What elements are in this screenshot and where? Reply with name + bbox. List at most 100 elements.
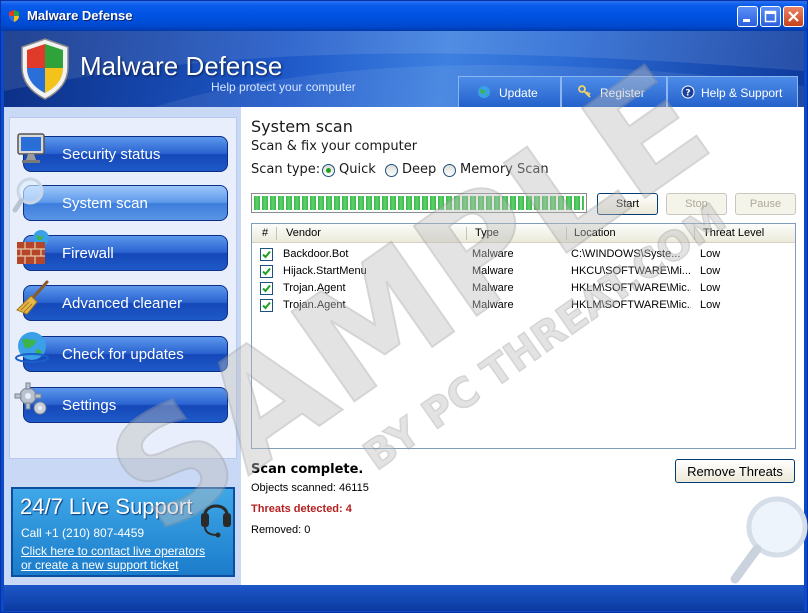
scan-type-group: Scan type: Quick Deep Memory Scan xyxy=(251,162,651,180)
cell-location: HKCU\SOFTWARE\Mi... xyxy=(571,265,691,277)
cell-vendor: Trojan.Agent xyxy=(283,282,346,294)
start-button[interactable]: Start xyxy=(597,193,658,215)
column-divider xyxy=(694,227,695,240)
app-shield-icon xyxy=(9,10,19,22)
column-divider xyxy=(566,227,567,240)
scan-progress-bar xyxy=(251,193,587,213)
globe-icon xyxy=(478,86,490,98)
sidebar-item-label: System scan xyxy=(62,195,148,212)
column-header-vendor[interactable]: Vendor xyxy=(286,227,321,239)
sidebar-item-security-status[interactable]: Security status xyxy=(23,136,228,172)
page-title: System scan xyxy=(251,117,353,136)
cell-threat-level: Low xyxy=(700,248,721,260)
sidebar-item-firewall[interactable]: Firewall xyxy=(23,235,228,271)
table-row[interactable]: Trojan.Agent Malware HKLM\SOFTWARE\Mic..… xyxy=(252,280,795,297)
cell-vendor: Trojan.Agent xyxy=(283,299,346,311)
minimize-icon xyxy=(743,19,750,22)
column-header-number[interactable]: # xyxy=(262,227,268,239)
scan-deep-radio[interactable] xyxy=(385,164,398,177)
top-tabs: Update Register ? Help & Support xyxy=(458,76,798,107)
title-bar[interactable]: Malware Defense xyxy=(1,1,807,31)
sidebar-item-settings[interactable]: Settings xyxy=(23,387,228,423)
app-window: Malware Defense Malware Defense Help pro… xyxy=(0,0,808,613)
pause-button[interactable]: Pause xyxy=(735,193,796,215)
threats-table: # Vendor Type Location Threat Level Back… xyxy=(251,223,796,449)
gear-icon xyxy=(14,382,47,415)
objects-scanned-text: Objects scanned: 46115 xyxy=(251,482,369,494)
magnifier-decoration-icon xyxy=(730,496,808,584)
cell-vendor: Backdoor.Bot xyxy=(283,248,349,260)
magnifier-icon xyxy=(12,177,44,213)
monitor-icon xyxy=(17,133,45,163)
sidebar-item-check-updates[interactable]: Check for updates xyxy=(23,336,228,372)
scan-deep-label[interactable]: Deep xyxy=(402,162,436,177)
cell-location: C:\WINDOWS\Syste... xyxy=(571,248,681,260)
brick-wall-icon xyxy=(17,230,49,264)
sidebar-item-label: Settings xyxy=(62,397,117,414)
cell-location: HKLM\SOFTWARE\Mic... xyxy=(571,282,691,294)
sidebar-item-label: Security status xyxy=(62,146,161,163)
scan-quick-label[interactable]: Quick xyxy=(339,162,376,177)
tab-register[interactable]: Register xyxy=(561,76,667,107)
app-title: Malware Defense xyxy=(80,51,283,81)
live-support-panel[interactable]: 24/7 Live Support Call +1 (210) 807-4459… xyxy=(11,487,235,577)
stop-button[interactable]: Stop xyxy=(666,193,727,215)
row-checkbox[interactable] xyxy=(260,299,273,312)
bottom-status-bar xyxy=(4,585,804,611)
contact-operators-link[interactable]: Click here to contact live operators xyxy=(21,544,205,558)
maximize-button[interactable] xyxy=(760,6,781,27)
sidebar-item-system-scan[interactable]: System scan xyxy=(23,185,228,221)
threats-detected-text: Threats detected: 4 xyxy=(251,503,352,515)
checkmark-icon xyxy=(262,250,271,259)
row-checkbox[interactable] xyxy=(260,282,273,295)
app-tagline: Help protect your computer xyxy=(211,80,356,94)
support-ticket-link[interactable]: or create a new support ticket xyxy=(21,558,178,572)
tab-help-support[interactable]: ? Help & Support xyxy=(667,76,798,107)
removed-count-text: Removed: 0 xyxy=(251,524,311,536)
scan-memory-radio[interactable] xyxy=(443,164,456,177)
table-row[interactable]: Backdoor.Bot Malware C:\WINDOWS\Syste...… xyxy=(252,246,795,263)
main-panel: System scan Scan & fix your computer Sca… xyxy=(241,107,808,585)
row-checkbox[interactable] xyxy=(260,248,273,261)
support-title: 24/7 Live Support xyxy=(20,494,193,519)
svg-text:?: ? xyxy=(685,89,690,99)
globe-icon xyxy=(15,332,49,363)
tab-update[interactable]: Update xyxy=(458,76,561,107)
sidebar: Security status System scan Firewall Adv… xyxy=(4,107,241,585)
header-banner: Malware Defense Help protect your comput… xyxy=(4,31,804,107)
column-header-type[interactable]: Type xyxy=(475,227,499,239)
cell-type: Malware xyxy=(472,248,514,260)
column-header-location[interactable]: Location xyxy=(574,227,616,239)
support-phone: Call +1 (210) 807-4459 xyxy=(21,526,145,540)
minimize-button[interactable] xyxy=(737,6,758,27)
maximize-icon xyxy=(764,10,777,23)
table-header: # Vendor Type Location Threat Level xyxy=(252,224,795,243)
key-icon xyxy=(578,85,591,98)
column-divider xyxy=(276,227,277,240)
scan-type-label: Scan type: xyxy=(251,162,321,177)
sidebar-nav-panel: Security status System scan Firewall Adv… xyxy=(9,117,237,459)
tab-register-label: Register xyxy=(600,86,645,100)
scan-complete-text: Scan complete. xyxy=(251,462,364,477)
table-row[interactable]: Trojan.Agent Malware HKLM\SOFTWARE\Mic..… xyxy=(252,297,795,314)
sidebar-item-label: Check for updates xyxy=(62,346,184,363)
checkmark-icon xyxy=(262,267,271,276)
close-button[interactable] xyxy=(783,6,804,27)
shield-logo-icon xyxy=(21,38,69,100)
column-header-threat-level[interactable]: Threat Level xyxy=(703,227,764,239)
remove-threats-button[interactable]: Remove Threats xyxy=(675,459,795,483)
scan-memory-label[interactable]: Memory Scan xyxy=(460,162,549,177)
cell-threat-level: Low xyxy=(700,265,721,277)
tab-help-label: Help & Support xyxy=(701,86,783,100)
row-checkbox[interactable] xyxy=(260,265,273,278)
sidebar-item-label: Advanced cleaner xyxy=(62,295,183,312)
cell-vendor: Hijack.StartMenu xyxy=(283,265,367,277)
window-title: Malware Defense xyxy=(27,8,133,23)
sidebar-item-advanced-cleaner[interactable]: Advanced cleaner xyxy=(23,285,228,321)
sidebar-item-label: Firewall xyxy=(62,245,114,262)
cell-threat-level: Low xyxy=(700,299,721,311)
tab-update-label: Update xyxy=(499,86,538,100)
column-divider xyxy=(466,227,467,240)
table-row[interactable]: Hijack.StartMenu Malware HKCU\SOFTWARE\M… xyxy=(252,263,795,280)
scan-quick-radio[interactable] xyxy=(322,164,335,177)
